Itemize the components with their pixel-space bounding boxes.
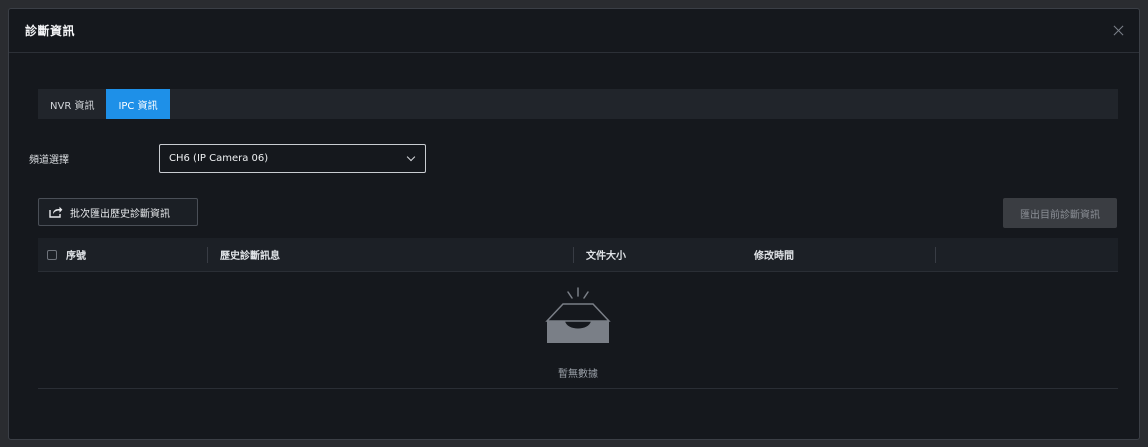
dialog-title: 診斷資訊 (25, 24, 76, 38)
tab-ipc-info[interactable]: IPC 資訊 (106, 89, 170, 119)
chevron-down-icon (406, 152, 416, 162)
table-empty-state: 暫無數據 (38, 272, 1118, 389)
select-all-cell (38, 238, 66, 272)
export-current-diagnostic-button[interactable]: 匯出目前診斷資訊 (1003, 198, 1117, 228)
empty-inbox-icon (545, 287, 611, 343)
empty-state-text: 暫無數據 (558, 369, 598, 380)
column-time-label: 修改時間 (754, 251, 794, 262)
column-header-index: 序號 (66, 238, 208, 272)
column-message-label: 歷史診斷訊息 (220, 251, 280, 262)
channel-select[interactable]: CH6 (IP Camera 06) (159, 144, 426, 173)
dialog-header: 診斷資訊 (9, 9, 1139, 53)
column-size-label: 文件大小 (586, 251, 626, 262)
column-header-history-message: 歷史診斷訊息 (208, 238, 574, 272)
column-header-modified-time: 修改時間 (754, 238, 936, 272)
channel-select-value: CH6 (IP Camera 06) (169, 153, 269, 164)
channel-select-label: 頻道選擇 (29, 155, 69, 166)
tab-bar: NVR 資訊 IPC 資訊 (38, 89, 1118, 119)
diagnostic-info-dialog: 診斷資訊 NVR 資訊 IPC 資訊 頻道選擇 CH6 (IP Camera 0… (8, 8, 1140, 440)
column-index-label: 序號 (66, 251, 86, 262)
share-export-icon (49, 206, 63, 218)
table-header: 序號 歷史診斷訊息 文件大小 修改時間 (38, 238, 1118, 272)
batch-export-label: 批次匯出歷史診斷資訊 (70, 208, 170, 220)
column-header-file-size: 文件大小 (574, 238, 754, 272)
column-header-extra (936, 238, 1118, 272)
select-all-checkbox[interactable] (47, 249, 57, 260)
tab-nvr-info[interactable]: NVR 資訊 (38, 89, 106, 119)
diagnostic-history-table: 序號 歷史診斷訊息 文件大小 修改時間 暫無數據 (38, 238, 1118, 389)
batch-export-history-button[interactable]: 批次匯出歷史診斷資訊 (38, 198, 198, 226)
close-icon[interactable] (1111, 23, 1127, 39)
